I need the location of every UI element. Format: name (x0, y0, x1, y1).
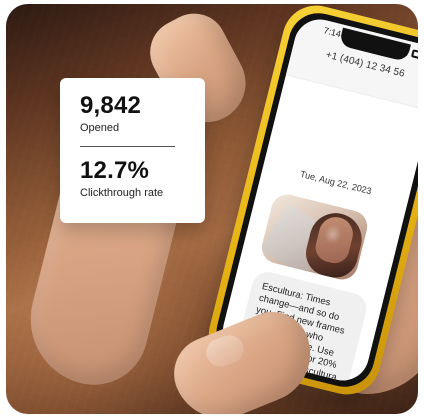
metrics-card: 9,842 Opened 12.7% Clickthrough rate (60, 78, 205, 223)
opened-label: Opened (80, 122, 120, 134)
message-image (258, 191, 371, 283)
screenshot-frame: 7:14 +1 (404) 12 34 56 Tue, Aug 22, 2023 (0, 0, 424, 419)
opened-value: 9,842 (80, 92, 142, 119)
ctr-value: 12.7% (80, 157, 150, 184)
ctr-label: Clickthrough rate (80, 187, 164, 199)
battery-icon (410, 49, 418, 61)
metrics-divider (80, 146, 175, 147)
